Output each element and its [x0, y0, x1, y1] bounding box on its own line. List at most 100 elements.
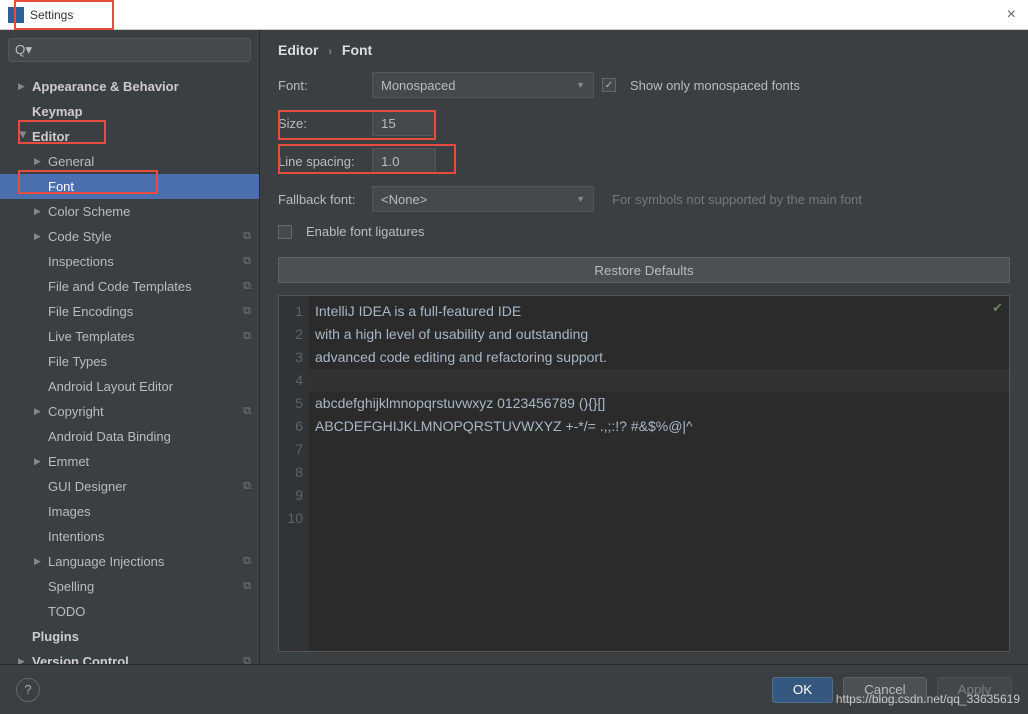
arrow-icon: ▶: [18, 132, 29, 142]
fallback-select-value: <None>: [381, 192, 427, 207]
tree-item-label: Color Scheme: [48, 204, 251, 219]
copy-icon: ⧉: [243, 255, 251, 268]
arrow-icon: ▶: [34, 206, 44, 217]
arrow-icon: ▶: [34, 406, 44, 417]
font-select[interactable]: Monospaced ▼: [372, 72, 594, 98]
app-icon: [8, 7, 24, 23]
copy-icon: ⧉: [243, 230, 251, 243]
tree-item-label: Editor: [32, 129, 251, 144]
tree-item-inspections[interactable]: Inspections ⧉: [0, 249, 259, 274]
breadcrumb-root: Editor: [278, 42, 318, 58]
tree-item-label: Inspections: [48, 254, 239, 269]
watermark: https://blog.csdn.net/qq_33635619: [836, 692, 1020, 706]
tree-item-code-style[interactable]: ▶ Code Style ⧉: [0, 224, 259, 249]
tree-item-label: General: [48, 154, 251, 169]
tree-item-label: Android Data Binding: [48, 429, 251, 444]
arrow-icon: ▶: [34, 456, 44, 467]
footer: ? OK Cancel Apply: [0, 664, 1028, 714]
tree-item-label: Android Layout Editor: [48, 379, 251, 394]
size-label: Size:: [278, 116, 364, 131]
tree-item-android-data-binding[interactable]: Android Data Binding: [0, 424, 259, 449]
tree-item-label: Live Templates: [48, 329, 239, 344]
tree-item-intentions[interactable]: Intentions: [0, 524, 259, 549]
tree-item-version-control[interactable]: ▶ Version Control ⧉: [0, 649, 259, 664]
mono-checkbox[interactable]: ✓: [602, 78, 616, 92]
tree-item-label: Intentions: [48, 529, 251, 544]
chevron-down-icon: ▼: [576, 80, 585, 90]
tree-item-label: Emmet: [48, 454, 251, 469]
tree-item-emmet[interactable]: ▶ Emmet: [0, 449, 259, 474]
tree-item-plugins[interactable]: Plugins: [0, 624, 259, 649]
sidebar: ▶Appearance & BehaviorKeymap▶Editor▶Gene…: [0, 30, 260, 664]
font-label: Font:: [278, 78, 364, 93]
line-spacing-label: Line spacing:: [278, 154, 364, 169]
size-input[interactable]: [372, 110, 436, 136]
copy-icon: ⧉: [243, 280, 251, 293]
tree-item-gui-designer[interactable]: GUI Designer⧉: [0, 474, 259, 499]
ok-button[interactable]: OK: [772, 677, 833, 703]
arrow-icon: ▶: [34, 556, 44, 567]
chevron-down-icon: ▼: [576, 194, 585, 204]
tree-item-label: Font: [48, 179, 251, 194]
tree-item-file-encodings[interactable]: File Encodings ⧉: [0, 299, 259, 324]
tree-item-label: Copyright: [48, 404, 239, 419]
tree-item-label: Code Style: [48, 229, 239, 244]
help-button[interactable]: ?: [16, 678, 40, 702]
mono-checkbox-label: Show only monospaced fonts: [630, 78, 800, 93]
tree-item-general[interactable]: ▶ General: [0, 149, 259, 174]
chevron-right-icon: ›: [328, 46, 332, 58]
tree-item-file-and-code-templates[interactable]: File and Code Templates ⧉: [0, 274, 259, 299]
tree-item-editor[interactable]: ▶Editor: [0, 124, 259, 149]
preview-gutter: 12345678910: [279, 296, 309, 651]
tree-item-label: Language Injections: [48, 554, 239, 569]
line-spacing-input[interactable]: [372, 148, 436, 174]
font-preview: 12345678910 IntelliJ IDEA is a full-feat…: [278, 295, 1010, 652]
tree-item-label: Version Control: [32, 654, 239, 664]
checkmark-icon: ✔: [992, 300, 1003, 316]
tree-item-android-layout-editor[interactable]: Android Layout Editor: [0, 374, 259, 399]
tree-item-label: File and Code Templates: [48, 279, 239, 294]
tree-item-copyright[interactable]: ▶ Copyright ⧉: [0, 399, 259, 424]
breadcrumb: Editor › Font: [278, 42, 1010, 58]
copy-icon: ⧉: [243, 330, 251, 343]
tree-item-keymap[interactable]: Keymap: [0, 99, 259, 124]
tree-item-live-templates[interactable]: Live Templates ⧉: [0, 324, 259, 349]
arrow-icon: ▶: [18, 656, 28, 664]
copy-icon: ⧉: [243, 305, 251, 318]
arrow-icon: ▶: [34, 231, 44, 242]
tree-item-font[interactable]: Font: [0, 174, 259, 199]
tree-item-label: TODO: [48, 604, 251, 619]
copy-icon: ⧉: [243, 655, 251, 664]
search-input[interactable]: [8, 38, 251, 62]
preview-code: IntelliJ IDEA is a full-featured IDE wit…: [309, 296, 1009, 534]
tree-item-appearance-behavior[interactable]: ▶ Appearance & Behavior: [0, 74, 259, 99]
arrow-icon: ▶: [34, 156, 44, 167]
tree-item-label: Images: [48, 504, 251, 519]
breadcrumb-leaf: Font: [342, 42, 372, 58]
tree-item-color-scheme[interactable]: ▶ Color Scheme: [0, 199, 259, 224]
font-select-value: Monospaced: [381, 78, 455, 93]
tree-item-file-types[interactable]: File Types: [0, 349, 259, 374]
restore-defaults-button[interactable]: Restore Defaults: [278, 257, 1010, 283]
copy-icon: ⧉: [243, 555, 251, 568]
copy-icon: ⧉: [243, 405, 251, 418]
ligatures-checkbox-label: Enable font ligatures: [306, 224, 425, 239]
fallback-select[interactable]: <None> ▼: [372, 186, 594, 212]
tree-item-language-injections[interactable]: ▶ Language Injections ⧉: [0, 549, 259, 574]
tree-item-spelling[interactable]: Spelling ⧉: [0, 574, 259, 599]
fallback-label: Fallback font:: [278, 192, 364, 207]
tree-item-label: Plugins: [32, 629, 251, 644]
tree-item-label: Spelling: [48, 579, 239, 594]
titlebar: Settings ×: [0, 0, 1028, 30]
tree-item-label: Keymap: [32, 104, 251, 119]
tree-item-label: Appearance & Behavior: [32, 79, 251, 94]
tree-item-images[interactable]: Images: [0, 499, 259, 524]
ligatures-checkbox[interactable]: [278, 225, 292, 239]
copy-icon: ⧉: [243, 580, 251, 593]
tree-item-todo[interactable]: TODO: [0, 599, 259, 624]
content-panel: Editor › Font Font: Monospaced ▼ ✓ Show …: [260, 30, 1028, 664]
tree-item-label: File Encodings: [48, 304, 239, 319]
close-icon[interactable]: ×: [1003, 6, 1020, 24]
window-title: Settings: [30, 8, 1003, 22]
arrow-icon: ▶: [18, 81, 28, 92]
